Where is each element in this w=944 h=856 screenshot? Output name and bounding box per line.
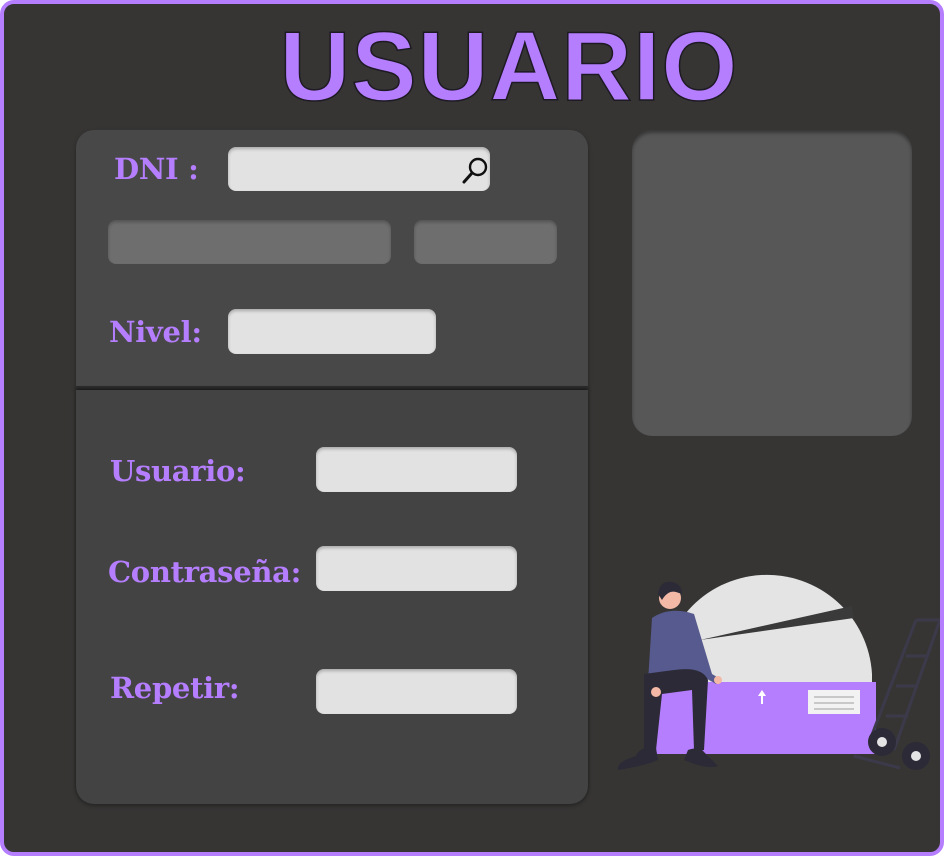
dni-input[interactable] [228, 147, 490, 191]
user-photo-placeholder [632, 130, 912, 436]
panel-divider [76, 386, 588, 389]
nivel-input[interactable] [228, 309, 436, 354]
repetir-label: Repetir: [110, 671, 240, 705]
search-icon[interactable] [460, 156, 492, 186]
nivel-label: Nivel: [109, 315, 202, 349]
name-field[interactable] [108, 220, 391, 264]
page-title: USUARIO [279, 10, 739, 122]
contrasena-input[interactable] [316, 546, 517, 591]
repetir-input[interactable] [316, 669, 517, 714]
contrasena-label: Contraseña: [108, 555, 302, 589]
person-sitting-on-box-illustration [617, 574, 940, 770]
usuario-window: USUARIO DNI : Nivel: Usuario: Contraseña… [0, 0, 944, 856]
usuario-input[interactable] [316, 447, 517, 492]
dni-label: DNI : [114, 152, 199, 186]
usuario-label: Usuario: [110, 454, 246, 488]
code-field[interactable] [414, 220, 557, 264]
